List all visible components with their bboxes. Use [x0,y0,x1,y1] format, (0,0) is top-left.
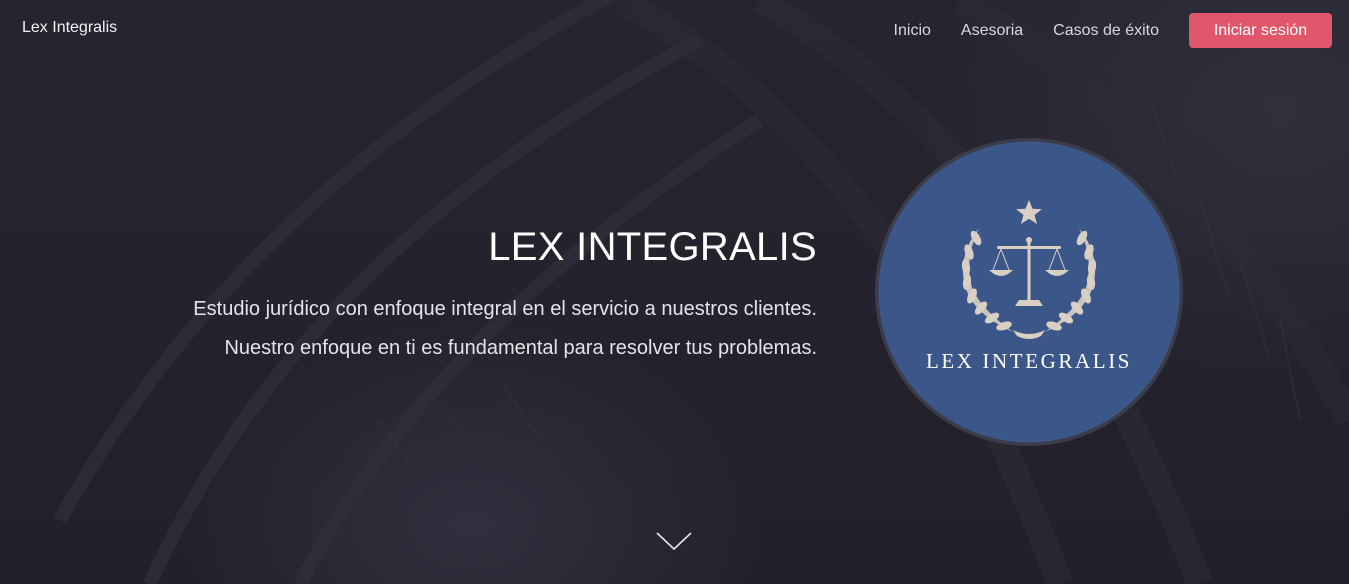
hero-description-line-1: Estudio jurídico con enfoque integral en… [193,298,817,320]
hero-title: LEX INTEGRALIS [488,225,817,269]
hero-description-line-2: Nuestro enfoque en ti es fundamental par… [224,337,817,359]
login-button[interactable]: Iniciar sesión [1189,13,1332,48]
chevron-down-icon[interactable] [656,531,692,551]
brand-link[interactable]: Lex Integralis [22,19,117,37]
nav-link-asesoria[interactable]: Asesoria [961,14,1023,48]
logo-emblem: LEX INTEGRALIS [873,136,1185,448]
nav-link-casos-de-exito[interactable]: Casos de éxito [1053,14,1159,48]
nav-link-inicio[interactable]: Inicio [894,14,931,48]
logo-text: LEX INTEGRALIS [926,349,1132,373]
top-navbar: Lex Integralis Inicio Asesoria Casos de … [0,0,1349,60]
nav-links: Inicio Asesoria Casos de éxito Iniciar s… [894,13,1332,48]
hero-text: LEX INTEGRALIS Estudio jurídico con enfo… [193,225,817,368]
